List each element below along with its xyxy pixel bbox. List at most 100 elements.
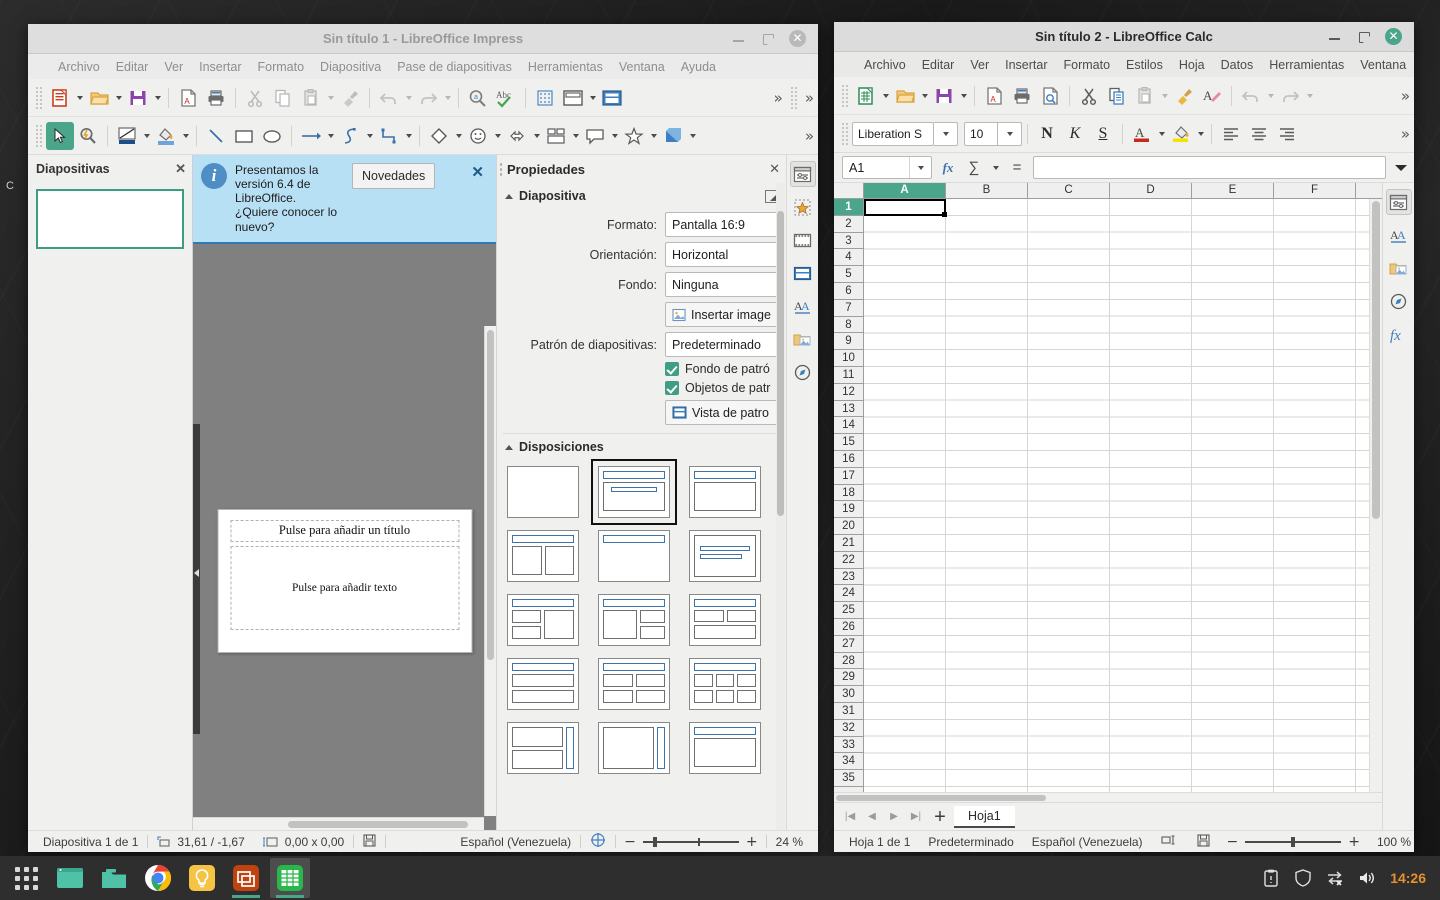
sidebar-vertical-scrollbar[interactable] bbox=[776, 183, 785, 830]
layout-title-content[interactable] bbox=[591, 459, 677, 525]
undo-icon[interactable] bbox=[1237, 82, 1265, 110]
gallery-icon[interactable] bbox=[1386, 255, 1412, 281]
files-icon[interactable] bbox=[94, 858, 134, 898]
calc-icon[interactable] bbox=[270, 858, 310, 898]
maximize-icon[interactable] bbox=[1356, 29, 1371, 44]
toolbar-grip[interactable] bbox=[35, 123, 43, 148]
slide-thumbnail-list[interactable]: 1 bbox=[28, 183, 192, 255]
redo-dropdown[interactable] bbox=[1304, 83, 1315, 109]
calc-standard-toolbar[interactable]: A A » bbox=[834, 77, 1414, 115]
master-slide-row[interactable]: Patrón de diapositivas: Predeterminado bbox=[505, 332, 778, 357]
zoom-in-icon[interactable]: + bbox=[1348, 834, 1360, 850]
edit-vertical-scrollbar[interactable] bbox=[484, 325, 496, 816]
open-file-icon[interactable] bbox=[85, 84, 113, 112]
layout-title-only[interactable] bbox=[598, 530, 670, 582]
menu-editar[interactable]: Editar bbox=[108, 57, 157, 77]
arrow-dropdown[interactable] bbox=[325, 123, 336, 149]
row-header-27[interactable]: 27 bbox=[834, 636, 863, 653]
row-header-26[interactable]: 26 bbox=[834, 619, 863, 636]
cut-icon[interactable] bbox=[1075, 82, 1103, 110]
toolbar-grip[interactable] bbox=[841, 121, 849, 146]
navigator-icon[interactable] bbox=[790, 359, 816, 385]
stars-icon[interactable] bbox=[620, 122, 648, 150]
master-view-row[interactable]: Vista de patro bbox=[505, 400, 778, 425]
zoom-out-icon[interactable]: − bbox=[1227, 834, 1239, 850]
slide-thumbnail-1[interactable] bbox=[36, 189, 184, 249]
undo-dropdown[interactable] bbox=[1265, 83, 1276, 109]
row-header-35[interactable]: 35 bbox=[834, 770, 863, 787]
previous-sheet-icon[interactable]: ◀ bbox=[862, 807, 882, 827]
insert-image-row[interactable]: Insertar image bbox=[505, 302, 778, 327]
toolbar-overflow-icon[interactable]: » bbox=[770, 89, 787, 107]
menu-herramientas[interactable]: Herramientas bbox=[1261, 55, 1352, 75]
styles-icon[interactable]: AA bbox=[790, 293, 816, 319]
print-preview-icon[interactable] bbox=[1036, 82, 1064, 110]
impress-window[interactable]: Sin título 1 - LibreOffice Impress ✕ Arc… bbox=[28, 24, 818, 852]
redo-dropdown[interactable] bbox=[442, 85, 453, 111]
find-replace-icon[interactable]: a bbox=[464, 84, 492, 112]
menu-ventana[interactable]: Ventana bbox=[611, 57, 673, 77]
close-icon[interactable]: ✕ bbox=[789, 30, 806, 47]
functions-icon[interactable]: fx bbox=[1386, 321, 1412, 347]
calc-menubar[interactable]: Archivo Editar Ver Insertar Formato Estilos Ho… bbox=[834, 52, 1414, 77]
row-header-9[interactable]: 9 bbox=[834, 333, 863, 351]
menu-archivo[interactable]: Archivo bbox=[856, 55, 914, 75]
toolbar-overflow-icon[interactable]: » bbox=[1397, 87, 1414, 105]
orientation-row[interactable]: Orientación: Horizontal bbox=[505, 242, 778, 267]
impress-icon[interactable] bbox=[226, 858, 266, 898]
animation-icon[interactable] bbox=[790, 194, 816, 220]
impress-drawing-toolbar[interactable]: » bbox=[28, 117, 818, 155]
master-slides-icon[interactable] bbox=[790, 260, 816, 286]
layout-vertical-title-content[interactable] bbox=[598, 722, 670, 774]
layout-content-over-two[interactable] bbox=[598, 594, 670, 646]
first-sheet-icon[interactable]: |◀ bbox=[840, 807, 860, 827]
layout-two-over-one[interactable] bbox=[689, 594, 761, 646]
print-icon[interactable] bbox=[1008, 82, 1036, 110]
minimize-icon[interactable] bbox=[731, 31, 746, 46]
new-document-dropdown[interactable] bbox=[74, 85, 85, 111]
cut-icon[interactable] bbox=[241, 84, 269, 112]
calc-zoom-value[interactable]: 100 % bbox=[1368, 835, 1414, 849]
row-header-3[interactable]: 3 bbox=[834, 233, 863, 250]
callout-dropdown[interactable] bbox=[609, 123, 620, 149]
row-header-15[interactable]: 15 bbox=[834, 434, 863, 451]
underline-button[interactable]: S bbox=[1089, 120, 1117, 148]
row-header-2[interactable]: 2 bbox=[834, 216, 863, 233]
toolbar-grip[interactable] bbox=[789, 85, 798, 110]
toolbar-grip[interactable] bbox=[35, 85, 43, 110]
bold-button[interactable]: N bbox=[1033, 120, 1061, 148]
menu-ventana[interactable]: Ventana bbox=[1352, 55, 1414, 75]
open-file-dropdown[interactable] bbox=[113, 85, 124, 111]
edit-horizontal-scrollbar[interactable] bbox=[193, 817, 484, 830]
layout-blank[interactable] bbox=[507, 466, 579, 518]
menu-herramientas[interactable]: Herramientas bbox=[520, 57, 611, 77]
basic-shapes-icon[interactable] bbox=[425, 122, 453, 150]
whats-new-button[interactable]: Novedades bbox=[352, 163, 436, 189]
last-sheet-icon[interactable]: ▶| bbox=[906, 807, 926, 827]
callout-icon[interactable] bbox=[581, 122, 609, 150]
open-file-dropdown[interactable] bbox=[919, 83, 930, 109]
new-spreadsheet-dropdown[interactable] bbox=[880, 83, 891, 109]
taskbar[interactable]: 14:26 bbox=[0, 856, 1440, 900]
infobar-close-icon[interactable]: ✕ bbox=[469, 163, 486, 181]
row-header-24[interactable]: 24 bbox=[834, 585, 863, 603]
row-header-14[interactable]: 14 bbox=[834, 417, 863, 435]
toolbar-grip[interactable] bbox=[841, 83, 849, 108]
taskbar-apps[interactable] bbox=[0, 858, 310, 898]
row-header-23[interactable]: 23 bbox=[834, 569, 863, 586]
add-sheet-button[interactable]: + bbox=[928, 805, 952, 829]
impress-titlebar[interactable]: Sin título 1 - LibreOffice Impress ✕ bbox=[28, 24, 818, 54]
layout-two-content-over[interactable] bbox=[507, 594, 579, 646]
paste-dropdown[interactable] bbox=[325, 85, 336, 111]
calc-vertical-scrollbar[interactable] bbox=[1369, 199, 1382, 792]
row-header-10[interactable]: 10 bbox=[834, 350, 863, 367]
align-center-icon[interactable] bbox=[1245, 120, 1273, 148]
impress-sidebar-deck[interactable]: Propiedades ✕ Diapositiva Formato: Panta… bbox=[496, 155, 786, 830]
column-header-F[interactable]: F bbox=[1274, 183, 1356, 198]
clipboard-icon[interactable] bbox=[1262, 869, 1280, 887]
zoom-knob[interactable] bbox=[1291, 836, 1296, 847]
impress-sidebar-tabrail[interactable]: AA bbox=[786, 155, 818, 830]
sheet-tab-hoja1[interactable]: Hoja1 bbox=[954, 805, 1015, 828]
calc-formatting-toolbar[interactable]: Liberation S 10 N K S A » bbox=[834, 115, 1414, 153]
undo-icon[interactable] bbox=[375, 84, 403, 112]
